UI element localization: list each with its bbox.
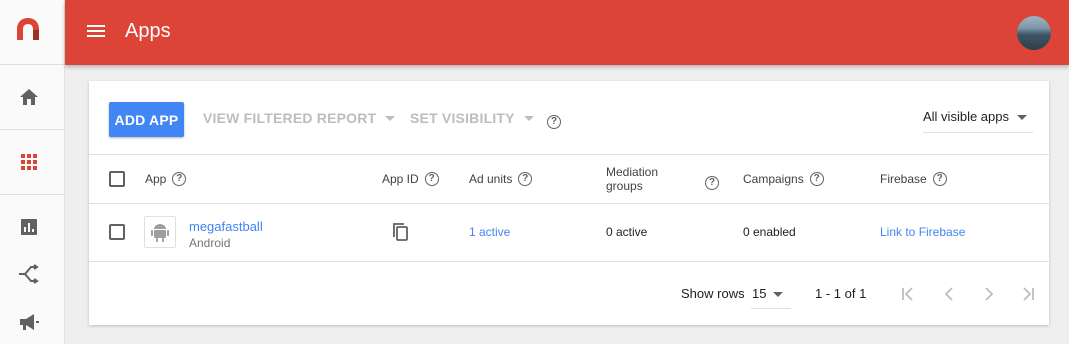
page-title: Apps bbox=[125, 20, 171, 42]
column-label: groups bbox=[606, 179, 643, 193]
show-rows-label: Show rows bbox=[681, 286, 745, 301]
admob-logo-icon[interactable] bbox=[14, 14, 42, 50]
chevron-down-icon bbox=[773, 292, 783, 297]
help-icon: ? bbox=[705, 176, 719, 190]
help-icon[interactable]: ? bbox=[518, 172, 533, 186]
mediation-groups-value: 0 active bbox=[606, 225, 648, 239]
chevron-down-icon bbox=[523, 115, 534, 121]
column-label: App bbox=[145, 172, 167, 186]
help-icon[interactable]: ? bbox=[809, 172, 824, 186]
set-visibility-label: SET VISIBILITY bbox=[410, 110, 515, 126]
first-page-icon[interactable] bbox=[899, 285, 919, 303]
column-header-firebase[interactable]: Firebase ? bbox=[880, 172, 947, 186]
campaigns-value: 0 enabled bbox=[743, 225, 796, 239]
help-icon[interactable]: ? bbox=[172, 172, 187, 186]
help-icon[interactable]: ? bbox=[932, 172, 947, 186]
select-all-checkbox[interactable] bbox=[109, 171, 125, 187]
link-to-firebase-link[interactable]: Link to Firebase bbox=[880, 225, 965, 239]
rows-per-page-select[interactable]: 15 bbox=[751, 281, 791, 309]
column-header-campaigns[interactable]: Campaigns ? bbox=[743, 172, 824, 186]
column-label: Firebase bbox=[880, 172, 927, 186]
visibility-filter-select[interactable]: All visible apps bbox=[923, 101, 1033, 133]
help-icon[interactable]: ? bbox=[424, 172, 439, 186]
visibility-filter-value: All visible apps bbox=[923, 109, 1009, 124]
mediation-help-button[interactable]: ? bbox=[705, 172, 719, 190]
app-header: Apps bbox=[65, 0, 1069, 65]
column-label: Mediation bbox=[606, 165, 659, 179]
app-platform: Android bbox=[189, 236, 231, 250]
mediation-icon[interactable] bbox=[17, 262, 41, 286]
next-page-icon[interactable] bbox=[979, 285, 999, 303]
set-visibility-button[interactable]: SET VISIBILITY bbox=[410, 110, 534, 126]
rail-divider bbox=[0, 194, 65, 195]
row-checkbox[interactable] bbox=[109, 224, 125, 240]
ad-units-link[interactable]: 1 active bbox=[469, 225, 510, 239]
home-icon[interactable] bbox=[17, 85, 41, 109]
apps-grid-icon[interactable] bbox=[17, 150, 41, 174]
chevron-down-icon bbox=[385, 115, 396, 121]
avatar[interactable] bbox=[1017, 16, 1051, 50]
android-icon bbox=[144, 216, 176, 248]
previous-page-icon[interactable] bbox=[939, 285, 959, 303]
view-filtered-report-label: VIEW FILTERED REPORT bbox=[203, 110, 377, 126]
last-page-icon[interactable] bbox=[1017, 285, 1037, 303]
column-header-app[interactable]: App ? bbox=[145, 172, 187, 186]
add-app-button[interactable]: ADD APP bbox=[109, 102, 184, 137]
apps-card: ADD APP VIEW FILTERED REPORT SET VISIBIL… bbox=[89, 81, 1049, 325]
divider bbox=[89, 154, 1049, 155]
rail-divider bbox=[0, 129, 65, 130]
view-filtered-report-button[interactable]: VIEW FILTERED REPORT bbox=[203, 110, 396, 126]
toolbar: ADD APP VIEW FILTERED REPORT SET VISIBIL… bbox=[89, 81, 1049, 155]
column-header-app-id[interactable]: App ID ? bbox=[382, 172, 439, 186]
help-button[interactable]: ? bbox=[547, 111, 561, 129]
column-header-ad-units[interactable]: Ad units ? bbox=[469, 172, 533, 186]
chevron-down-icon bbox=[1017, 115, 1027, 120]
copy-icon[interactable] bbox=[391, 222, 409, 247]
side-rail bbox=[0, 0, 65, 344]
divider bbox=[89, 261, 1049, 262]
campaigns-icon[interactable] bbox=[17, 310, 41, 334]
rail-divider bbox=[0, 64, 65, 65]
app-name-link[interactable]: megafastball bbox=[189, 219, 263, 234]
help-icon: ? bbox=[547, 115, 561, 129]
reports-icon[interactable] bbox=[17, 215, 41, 239]
column-label: Campaigns bbox=[743, 172, 804, 186]
pagination-range: 1 - 1 of 1 bbox=[815, 286, 867, 301]
column-header-mediation-groups[interactable]: Mediation groups bbox=[606, 165, 658, 193]
column-label: Ad units bbox=[469, 172, 513, 186]
menu-icon[interactable] bbox=[87, 22, 107, 42]
rows-per-page-value: 15 bbox=[752, 286, 767, 301]
column-label: App ID bbox=[382, 172, 419, 186]
divider bbox=[89, 203, 1049, 204]
